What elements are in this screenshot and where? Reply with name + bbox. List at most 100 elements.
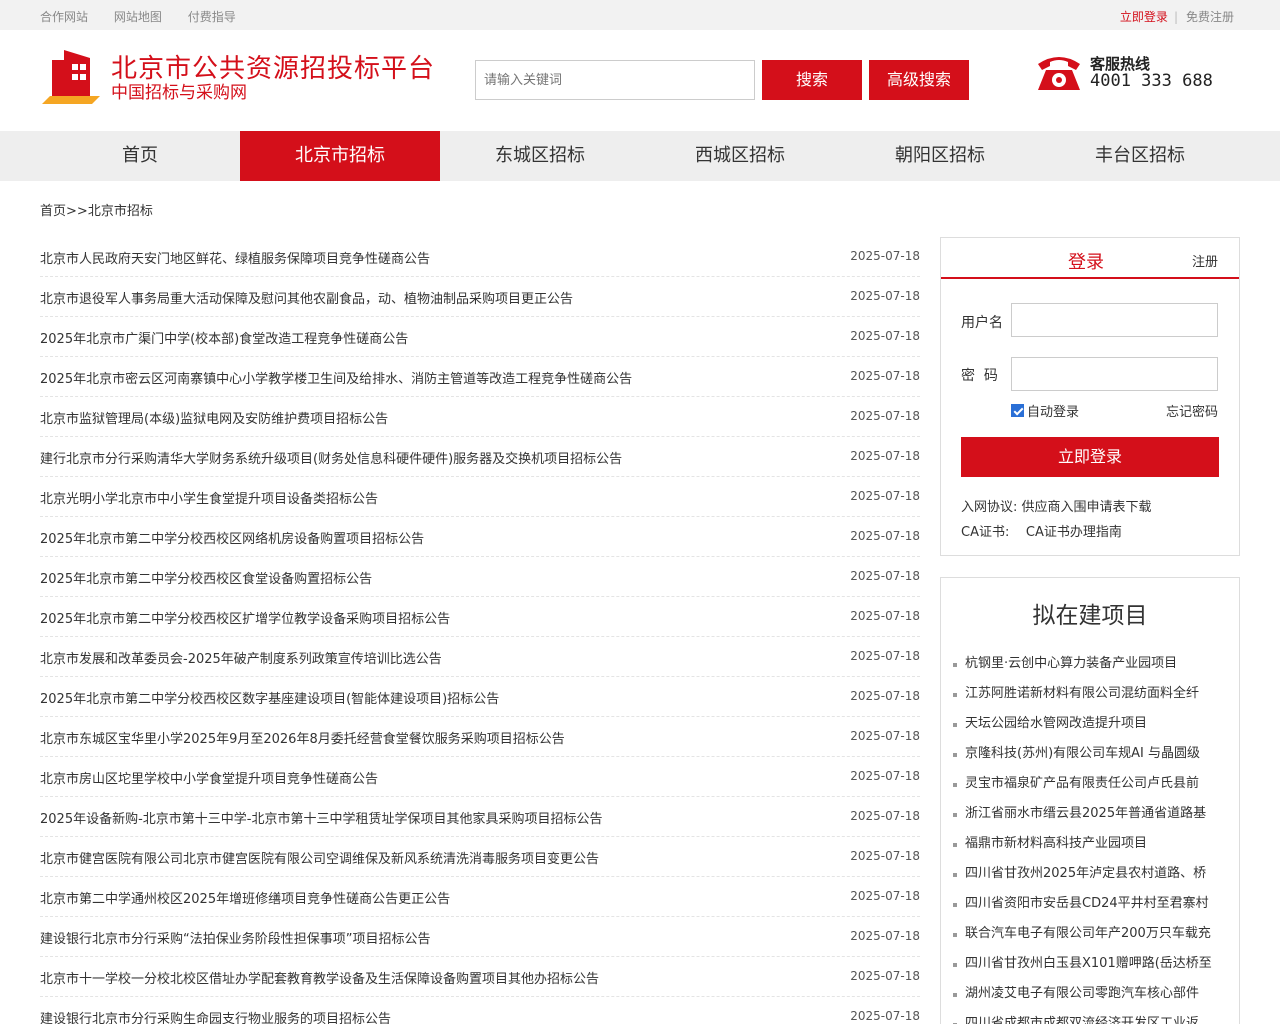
auto-login-checkbox[interactable]: 自动登录 [1011, 401, 1079, 420]
hotline-number: 4001 333 688 [1090, 71, 1213, 91]
nav-item-fengtai[interactable]: 丰台区招标 [1040, 131, 1240, 181]
breadcrumb: 首页>>北京市招标 [40, 200, 153, 219]
username-input[interactable] [1011, 303, 1218, 337]
advanced-search-button[interactable]: 高级搜索 [869, 60, 969, 100]
auto-login-label: 自动登录 [1027, 405, 1080, 420]
list-item[interactable]: 京隆科技(苏州)有限公司车规AI 与晶圆级 [953, 739, 1229, 769]
list-item: 北京市发展和改革委员会-2025年破产制度系列政策宣传培训比选公告 2025-07… [40, 637, 920, 677]
nav-item-xicheng[interactable]: 西城区招标 [640, 131, 840, 181]
search-input[interactable] [475, 60, 755, 100]
top-auth: 立即登录 | 免费注册 [1120, 8, 1234, 25]
notice-date: 2025-07-18 [850, 409, 920, 423]
notice-title[interactable]: 北京市第二中学通州校区2025年增班修缮项目竞争性磋商公告更正公告 [40, 888, 450, 907]
ca-label: CA证书: [961, 525, 1010, 540]
nav-item-beijing[interactable]: 北京市招标 [240, 131, 440, 181]
notice-date: 2025-07-18 [850, 689, 920, 703]
ca-line: CA证书: CA证书办理指南 [961, 521, 1122, 540]
nav-item-home[interactable]: 首页 [40, 131, 240, 181]
notice-date: 2025-07-18 [850, 929, 920, 943]
top-link-partners[interactable]: 合作网站 [40, 10, 88, 24]
agreement-download-link[interactable]: 供应商入围申请表下载 [1022, 500, 1152, 515]
list-item: 北京市第二中学通州校区2025年增班修缮项目竞争性磋商公告更正公告 2025-07… [40, 877, 920, 917]
top-links: 合作网站 网站地图 付费指导 [40, 8, 258, 25]
notice-date: 2025-07-18 [850, 569, 920, 583]
login-submit-button[interactable]: 立即登录 [961, 437, 1219, 477]
top-auth-separator: | [1173, 10, 1178, 24]
notice-title[interactable]: 北京市发展和改革委员会-2025年破产制度系列政策宣传培训比选公告 [40, 648, 442, 667]
notice-date: 2025-07-18 [850, 449, 920, 463]
notice-title[interactable]: 2025年北京市第二中学分校西校区食堂设备购置招标公告 [40, 568, 372, 587]
list-item[interactable]: 福鼎市新材料高科技产业园项目 [953, 829, 1229, 859]
checkbox-checked-icon[interactable] [1011, 404, 1024, 417]
list-item[interactable]: 四川省甘孜州2025年泸定县农村道路、桥 [953, 859, 1229, 889]
notice-title[interactable]: 北京市东城区宝华里小学2025年9月至2026年8月委托经营食堂餐饮服务采购项目… [40, 728, 565, 747]
notice-list: 北京市人民政府天安门地区鲜花、绿植服务保障项目竞争性磋商公告 2025-07-18… [40, 237, 920, 1024]
notice-title[interactable]: 北京光明小学北京市中小学生食堂提升项目设备类招标公告 [40, 488, 378, 507]
phone-icon [1038, 57, 1080, 90]
forgot-password-link[interactable]: 忘记密码 [1166, 401, 1218, 420]
list-item: 北京市健宫医院有限公司北京市健宫医院有限公司空调维保及新风系统清洗消毒服务项目变… [40, 837, 920, 877]
notice-date: 2025-07-18 [850, 529, 920, 543]
notice-title[interactable]: 建设银行北京市分行采购生命园支行物业服务的项目招标公告 [40, 1008, 391, 1024]
nav-item-dongcheng[interactable]: 东城区招标 [440, 131, 640, 181]
list-item[interactable]: 杭钢里·云创中心算力装备产业园项目 [953, 649, 1229, 679]
notice-title[interactable]: 建设银行北京市分行采购“法拍保业务阶段性担保事项”项目招标公告 [40, 928, 430, 947]
list-item: 2025年北京市第二中学分校西校区食堂设备购置招标公告 2025-07-18 [40, 557, 920, 597]
notice-date: 2025-07-18 [850, 609, 920, 623]
notice-title[interactable]: 北京市十一学校一分校北校区借址办学配套教育教学设备及生活保障设备购置项目其他办招… [40, 968, 599, 987]
notice-title[interactable]: 2025年北京市密云区河南寨镇中心小学教学楼卫生间及给排水、消防主管道等改造工程… [40, 368, 632, 387]
list-item: 北京市十一学校一分校北校区借址办学配套教育教学设备及生活保障设备购置项目其他办招… [40, 957, 920, 997]
list-item: 2025年北京市第二中学分校西校区网络机房设备购置项目招标公告 2025-07-1… [40, 517, 920, 557]
main-nav: 首页 北京市招标 东城区招标 西城区招标 朝阳区招标 丰台区招标 [0, 131, 1280, 181]
site-logo-icon[interactable] [42, 46, 102, 108]
username-label: 用户名 [961, 315, 1003, 331]
list-item[interactable]: 浙江省丽水市缙云县2025年普通省道路基 [953, 799, 1229, 829]
password-label: 密 码 [961, 368, 998, 384]
notice-title[interactable]: 北京市房山区坨里学校中小学食堂提升项目竞争性磋商公告 [40, 768, 378, 787]
list-item[interactable]: 天坛公园给水管网改造提升项目 [953, 709, 1229, 739]
projects-title: 拟在建项目 [1032, 603, 1148, 629]
notice-title[interactable]: 2025年北京市广渠门中学(校本部)食堂改造工程竞争性磋商公告 [40, 328, 408, 347]
list-item: 北京市监狱管理局(本级)监狱电网及安防维护费项目招标公告 2025-07-18 [40, 397, 920, 437]
nav-item-chaoyang[interactable]: 朝阳区招标 [840, 131, 1040, 181]
notice-date: 2025-07-18 [850, 1009, 920, 1023]
list-item[interactable]: 灵宝市福泉矿产品有限责任公司卢氏县前 [953, 769, 1229, 799]
notice-title[interactable]: 2025年北京市第二中学分校西校区网络机房设备购置项目招标公告 [40, 528, 424, 547]
list-item: 2025年北京市第二中学分校西校区数字基座建设项目(智能体建设项目)招标公告 20… [40, 677, 920, 717]
top-bar: 合作网站 网站地图 付费指导 立即登录 | 免费注册 [0, 0, 1280, 30]
search-button[interactable]: 搜索 [762, 60, 862, 100]
notice-title[interactable]: 2025年北京市第二中学分校西校区数字基座建设项目(智能体建设项目)招标公告 [40, 688, 499, 707]
login-title[interactable]: 登录 [1068, 248, 1104, 274]
list-item: 北京市东城区宝华里小学2025年9月至2026年8月委托经营食堂餐饮服务采购项目… [40, 717, 920, 757]
top-link-sitemap[interactable]: 网站地图 [114, 10, 162, 24]
notice-date: 2025-07-18 [850, 889, 920, 903]
notice-date: 2025-07-18 [850, 729, 920, 743]
notice-title[interactable]: 建行北京市分行采购清华大学财务系统升级项目(财务处信息科硬件硬件)服务器及交换机… [40, 448, 622, 467]
login-panel-header: 登录 注册 [941, 238, 1239, 279]
top-login-link[interactable]: 立即登录 [1120, 10, 1168, 24]
list-item[interactable]: 四川省成都市成都双流经济开发区工业返 [953, 1009, 1229, 1024]
list-item: 北京光明小学北京市中小学生食堂提升项目设备类招标公告 2025-07-18 [40, 477, 920, 517]
list-item: 北京市退役军人事务局重大活动保障及慰问其他农副食品，动、植物油制品采购项目更正公… [40, 277, 920, 317]
list-item[interactable]: 联合汽车电子有限公司年产200万只车载充 [953, 919, 1229, 949]
ca-guide-link[interactable]: CA证书办理指南 [1026, 525, 1122, 540]
list-item[interactable]: 江苏阿胜诺新材料有限公司混纺面料全纤 [953, 679, 1229, 709]
planned-projects-panel: 拟在建项目 杭钢里·云创中心算力装备产业园项目 江苏阿胜诺新材料有限公司混纺面料… [940, 577, 1240, 1024]
breadcrumb-current[interactable]: 北京市招标 [88, 204, 153, 219]
list-item[interactable]: 四川省资阳市安岳县CD24平井村至君寨村 [953, 889, 1229, 919]
agreement-line: 入网协议: 供应商入围申请表下载 [961, 496, 1152, 515]
notice-title[interactable]: 2025年设备新购-北京市第十三中学-北京市第十三中学租赁址学保项目其他家具采购… [40, 808, 602, 827]
notice-title[interactable]: 北京市监狱管理局(本级)监狱电网及安防维护费项目招标公告 [40, 408, 388, 427]
notice-title[interactable]: 北京市健宫医院有限公司北京市健宫医院有限公司空调维保及新风系统清洗消毒服务项目变… [40, 848, 599, 867]
notice-title[interactable]: 北京市人民政府天安门地区鲜花、绿植服务保障项目竞争性磋商公告 [40, 248, 430, 267]
top-link-payment-guide[interactable]: 付费指导 [188, 10, 236, 24]
breadcrumb-home[interactable]: 首页 [40, 204, 66, 219]
agreement-label: 入网协议: [961, 500, 1018, 515]
notice-title[interactable]: 北京市退役军人事务局重大活动保障及慰问其他农副食品，动、植物油制品采购项目更正公… [40, 288, 573, 307]
list-item[interactable]: 四川省甘孜州白玉县X101赠呷路(岳达桥至 [953, 949, 1229, 979]
list-item[interactable]: 湖州凌艾电子有限公司零跑汽车核心部件 [953, 979, 1229, 1009]
login-register-link[interactable]: 注册 [1192, 251, 1218, 270]
notice-title[interactable]: 2025年北京市第二中学分校西校区扩增学位教学设备采购项目招标公告 [40, 608, 450, 627]
top-register-link[interactable]: 免费注册 [1186, 10, 1234, 24]
password-input[interactable] [1011, 357, 1218, 391]
